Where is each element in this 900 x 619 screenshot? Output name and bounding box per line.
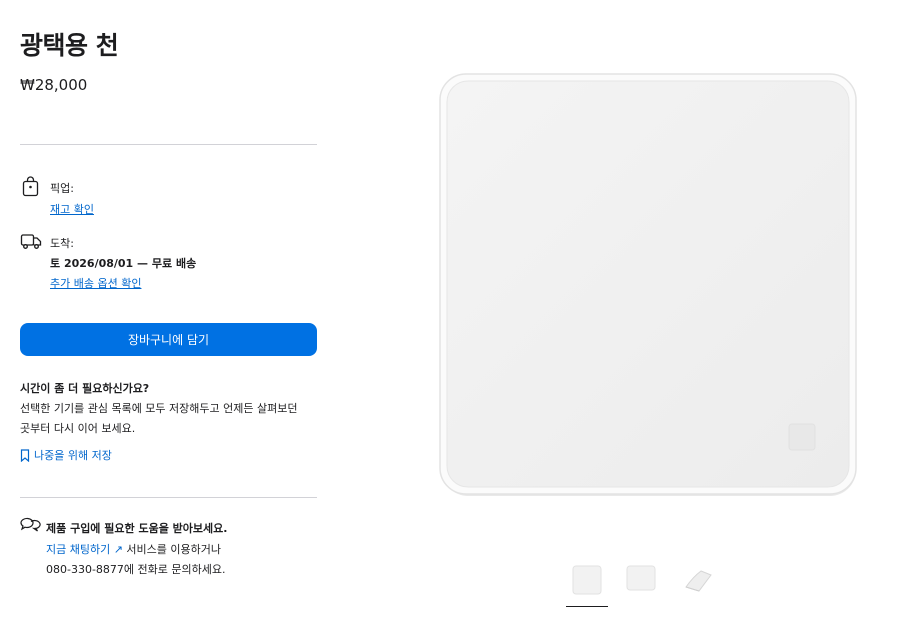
divider-top (20, 144, 317, 145)
thumbnail-cloth-folded[interactable] (683, 565, 713, 595)
pickup-label: 픽업: (50, 182, 74, 195)
thumbnail-selected-indicator (566, 606, 608, 607)
bookmark-icon (20, 448, 30, 462)
product-title: 광택용 천 (20, 31, 119, 60)
save-later-description: 선택한 기기를 관심 목록에 모두 저장해두고 언제든 살펴보던 곳부터 다시 … (20, 399, 310, 439)
add-to-bag-button[interactable]: 장바구니에 담기 (20, 323, 317, 356)
chat-now-link[interactable]: 지금 채팅하기 ↗ (46, 543, 123, 556)
chat-bubbles-icon (20, 517, 41, 532)
save-later-line-1: 선택한 기기를 관심 목록에 모두 저장해두고 언제든 살펴보던 (20, 402, 298, 415)
delivery-date: 토 2026/08/01 — 무료 배송 (50, 257, 197, 270)
product-price: ₩28,000 (20, 76, 88, 94)
delivery-truck-icon (20, 234, 42, 249)
save-for-later-label: 나중을 위해 저장 (34, 449, 112, 462)
check-stock-link[interactable]: 재고 확인 (50, 201, 94, 217)
delivery-label: 도착: (50, 237, 74, 250)
shopping-bag-icon (22, 176, 39, 197)
thumbnail-cloth-flat[interactable] (626, 563, 656, 593)
more-delivery-options-link[interactable]: 추가 배송 옵션 확인 (50, 275, 141, 291)
thumbnail-cloth-front[interactable] (572, 565, 602, 595)
help-title: 제품 구입에 필요한 도움을 받아보세요. (46, 522, 228, 535)
help-phone-text: 080-330-8877에 전화로 문의하세요. (46, 563, 226, 576)
save-later-title: 시간이 좀 더 필요하신가요? (20, 382, 150, 395)
help-line-2-text: 서비스를 이용하거나 (122, 543, 222, 556)
save-for-later-link[interactable]: 나중을 위해 저장 (20, 447, 112, 463)
product-image-polishing-cloth (439, 73, 857, 496)
help-line-2: 지금 채팅하기 ↗ 서비스를 이용하거나 (46, 541, 221, 557)
divider-bottom (20, 497, 317, 498)
save-later-line-2: 곳부터 다시 이어 보세요. (20, 422, 136, 435)
